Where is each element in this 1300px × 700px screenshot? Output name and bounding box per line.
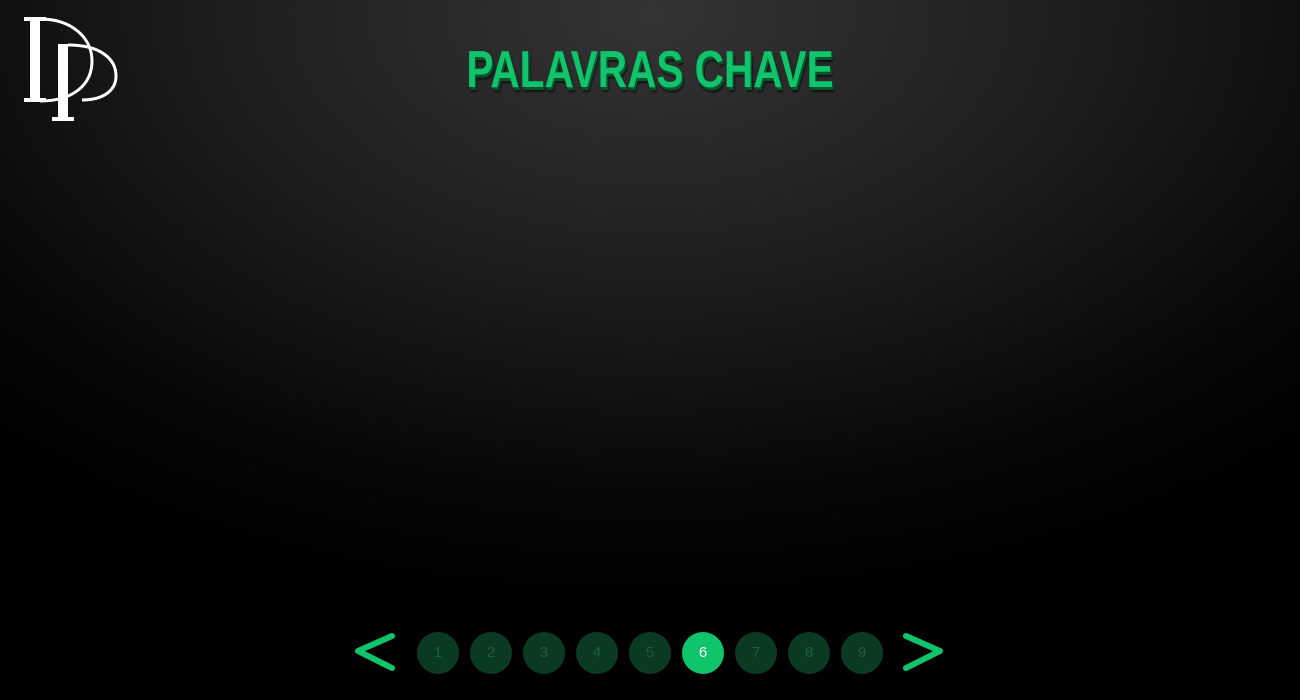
- chevron-right-icon: [903, 633, 943, 671]
- page-dot-6[interactable]: 6: [682, 632, 724, 674]
- next-page-button[interactable]: [900, 631, 948, 675]
- page-title: PALAVRAS CHAVE: [466, 41, 834, 99]
- dp-monogram-icon: [24, 17, 118, 121]
- page-dot-7[interactable]: 7: [735, 632, 777, 674]
- page-dot-4[interactable]: 4: [576, 632, 618, 674]
- dp-logo: [22, 14, 118, 124]
- previous-page-button[interactable]: [350, 631, 398, 675]
- chevron-left-icon: [355, 633, 395, 671]
- page-dot-8[interactable]: 8: [788, 632, 830, 674]
- page-dot-9[interactable]: 9: [841, 632, 883, 674]
- page-dot-3[interactable]: 3: [523, 632, 565, 674]
- page-dot-1[interactable]: 1: [417, 632, 459, 674]
- page-dot-5[interactable]: 5: [629, 632, 671, 674]
- pagination: 123456789: [350, 631, 950, 675]
- page-dot-2[interactable]: 2: [470, 632, 512, 674]
